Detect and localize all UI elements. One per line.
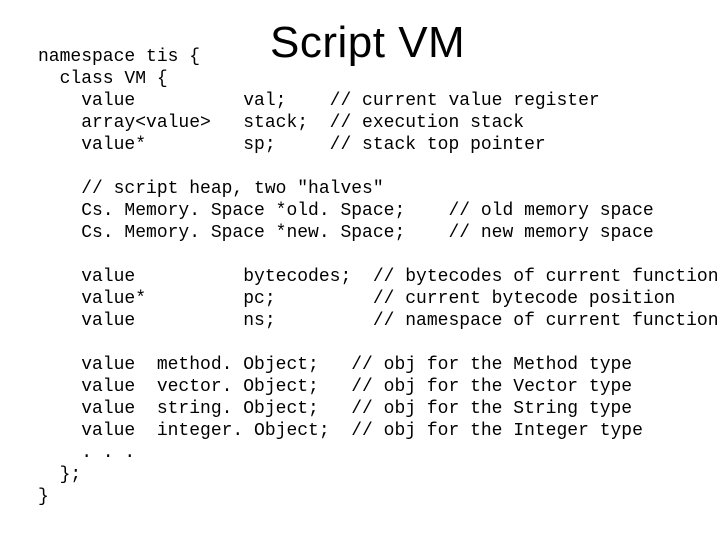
code-line: value method. Object; // obj for the Met…	[38, 355, 632, 375]
code-line: value bytecodes; // bytecodes of current…	[38, 267, 719, 287]
slide: Script VM namespace tis { class VM { val…	[0, 0, 720, 540]
code-line: value* sp; // stack top pointer	[38, 135, 546, 155]
code-line: };	[38, 465, 81, 485]
code-line: class VM {	[38, 69, 168, 89]
code-line: value ns; // namespace of current functi…	[38, 311, 719, 331]
code-line: value vector. Object; // obj for the Vec…	[38, 377, 632, 397]
code-line: }	[38, 487, 49, 507]
code-line: value* pc; // current bytecode position	[38, 289, 675, 309]
code-line: // script heap, two "halves"	[38, 179, 384, 199]
code-block: namespace tis { class VM { value val; //…	[38, 46, 719, 508]
code-line: namespace tis {	[38, 47, 200, 67]
code-line: array<value> stack; // execution stack	[38, 113, 524, 133]
code-line: value integer. Object; // obj for the In…	[38, 421, 643, 441]
code-line: . . .	[38, 443, 135, 463]
code-line: value string. Object; // obj for the Str…	[38, 399, 632, 419]
code-line: Cs. Memory. Space *old. Space; // old me…	[38, 201, 654, 221]
code-line: Cs. Memory. Space *new. Space; // new me…	[38, 223, 654, 243]
code-line: value val; // current value register	[38, 91, 600, 111]
